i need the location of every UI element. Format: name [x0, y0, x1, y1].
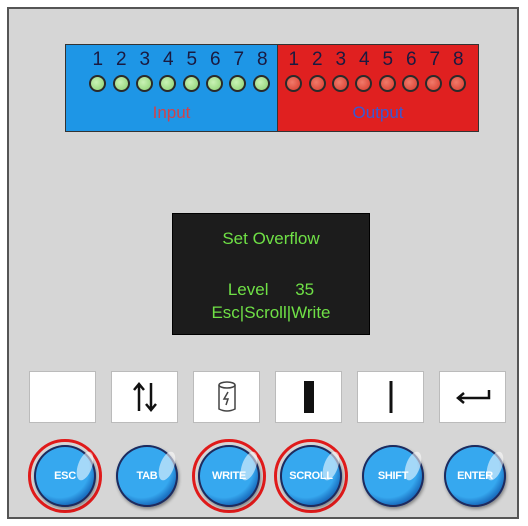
output-number: 8	[452, 49, 464, 70]
output-number: 7	[429, 49, 441, 70]
output-led-icon	[308, 75, 326, 92]
output-leds	[282, 75, 469, 92]
output-led-icon	[425, 75, 443, 92]
softkey-updown	[111, 371, 178, 423]
softkey-labels	[29, 371, 506, 423]
output-led-icon	[285, 75, 303, 92]
input-number: 4	[162, 49, 174, 70]
control-panel: 1 2 3 4 5 6 7 8 Input 1 2 3 4 5 6 7 8 Ou…	[7, 7, 519, 519]
lcd-display: Set Overflow Level 35 Esc|Scroll|Write	[172, 213, 370, 335]
output-led-icon	[331, 75, 349, 92]
input-number: 3	[139, 49, 151, 70]
lcd-title: Set Overflow	[222, 229, 320, 248]
softkey-thick-bar	[275, 371, 342, 423]
input-number: 6	[209, 49, 221, 70]
softkey-blank	[29, 371, 96, 423]
input-number: 2	[115, 49, 127, 70]
esc-button[interactable]: ESC	[34, 445, 96, 507]
input-number: 7	[233, 49, 245, 70]
lcd-hint: Esc|Scroll|Write	[211, 303, 331, 322]
input-numbers: 1 2 3 4 5 6 7 8	[86, 49, 274, 71]
io-status-panel: 1 2 3 4 5 6 7 8 Input 1 2 3 4 5 6 7 8 Ou…	[65, 44, 479, 132]
input-number: 5	[186, 49, 198, 70]
up-down-arrows-icon	[132, 382, 157, 412]
input-led-icon	[135, 75, 153, 92]
input-section: 1 2 3 4 5 6 7 8 Input	[66, 45, 278, 131]
output-led-icon	[355, 75, 373, 92]
input-leds	[86, 75, 273, 92]
tab-button[interactable]: TAB	[116, 445, 178, 507]
output-number: 3	[335, 49, 347, 70]
output-number: 6	[405, 49, 417, 70]
input-led-icon	[89, 75, 107, 92]
softkey-battery	[193, 371, 260, 423]
enter-button[interactable]: ENTER	[444, 445, 506, 507]
input-led-icon	[206, 75, 224, 92]
shift-button[interactable]: SHIFT	[362, 445, 424, 507]
softkey-enter	[439, 371, 506, 423]
output-led-icon	[448, 75, 466, 92]
output-number: 1	[288, 49, 300, 70]
lcd-level-value: 35	[295, 280, 315, 299]
button-row: ESC TAB WRITE SCROLL SHIFT ENTER	[28, 439, 512, 523]
output-number: 4	[358, 49, 370, 70]
output-label: Output	[352, 103, 404, 122]
thin-bar-icon	[389, 381, 392, 413]
output-number: 5	[382, 49, 394, 70]
output-section: 1 2 3 4 5 6 7 8 Output	[278, 45, 478, 131]
output-number: 2	[311, 49, 323, 70]
output-numbers: 1 2 3 4 5 6 7 8	[282, 49, 470, 71]
output-led-icon	[402, 75, 420, 92]
input-led-icon	[112, 75, 130, 92]
softkey-thin-bar	[357, 371, 424, 423]
enter-arrow-icon	[455, 390, 490, 404]
input-led-icon	[252, 75, 270, 92]
input-number: 1	[92, 49, 104, 70]
thick-bar-icon	[303, 381, 314, 413]
lcd-level-label: Level	[227, 280, 269, 299]
input-led-icon	[229, 75, 247, 92]
write-button[interactable]: WRITE	[198, 445, 260, 507]
scroll-button[interactable]: SCROLL	[280, 445, 342, 507]
lcd-level-row: Level 35	[173, 280, 369, 300]
battery-icon	[217, 381, 236, 412]
input-led-icon	[182, 75, 200, 92]
input-led-icon	[159, 75, 177, 92]
output-led-icon	[378, 75, 396, 92]
input-label: Input	[152, 103, 191, 122]
input-number: 8	[256, 49, 268, 70]
